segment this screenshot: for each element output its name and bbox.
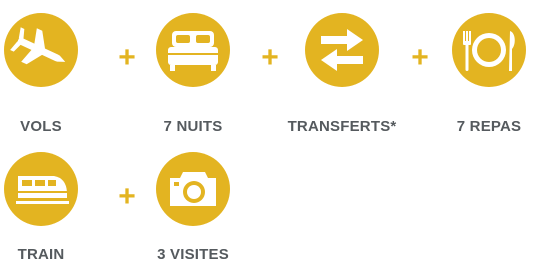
plus-sign: + xyxy=(261,41,279,74)
plus-sign: + xyxy=(411,41,429,74)
item-label-7-repas: 7 REPAS xyxy=(456,118,522,135)
plus-sign: + xyxy=(118,41,136,74)
bed-icon xyxy=(156,13,230,87)
airplane-icon xyxy=(4,13,78,87)
item-label-train: TRAIN xyxy=(17,246,65,263)
transfer-arrows-icon xyxy=(305,13,379,87)
item-label-vols: VOLS xyxy=(20,118,62,135)
item-label-7-nuits: 7 NUITS xyxy=(163,118,223,135)
train-icon xyxy=(4,152,78,226)
item-label-transferts: TRANSFERTS* xyxy=(287,118,397,135)
meal-icon xyxy=(452,13,526,87)
plus-sign: + xyxy=(118,180,136,213)
item-label-3-visites: 3 VISITES xyxy=(157,246,229,263)
camera-icon xyxy=(156,152,230,226)
